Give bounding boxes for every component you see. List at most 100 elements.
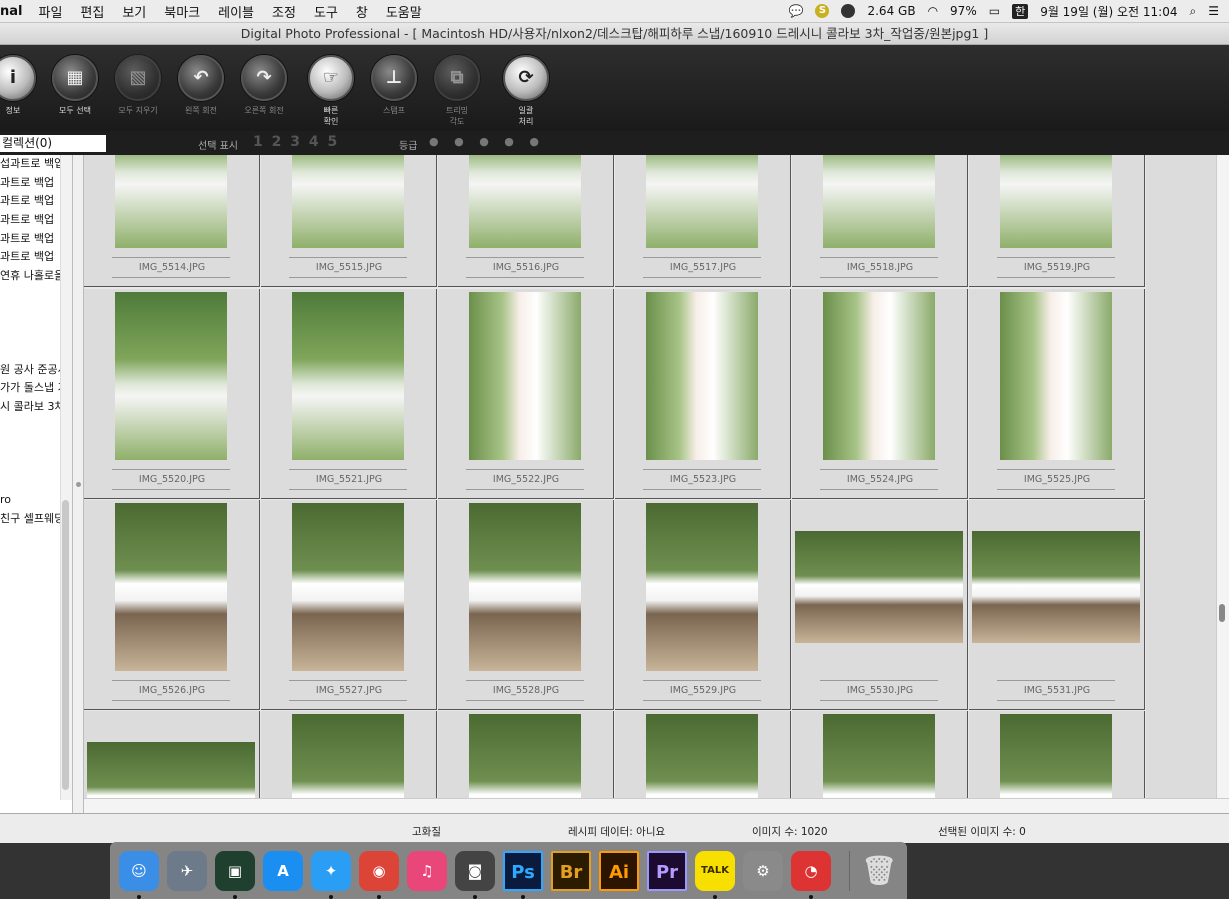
thumbnail-cell[interactable] xyxy=(969,711,1145,798)
app-store-icon[interactable]: A xyxy=(263,851,303,891)
disk-tool-icon[interactable]: ◔ xyxy=(791,851,831,891)
photo-thumbnail[interactable] xyxy=(115,503,227,671)
battery-icon[interactable]: ▭ xyxy=(989,4,1000,18)
menu-item[interactable]: 파일 xyxy=(38,2,62,21)
grid-scrollbar[interactable] xyxy=(1219,604,1225,622)
photo-thumbnail[interactable] xyxy=(823,292,935,460)
system-preferences-icon[interactable]: ⚙ xyxy=(743,851,783,891)
memory-gauge-icon[interactable] xyxy=(841,4,856,18)
photo-thumbnail[interactable] xyxy=(469,503,581,671)
thumbnail-cell[interactable]: IMG_5527.JPG xyxy=(261,500,437,710)
thumbnail-cell[interactable] xyxy=(792,711,968,798)
chat-bubble-icon[interactable]: 💬 xyxy=(789,4,804,18)
wifi-icon[interactable]: ◠ xyxy=(928,4,938,18)
folder-tree-scrollbar[interactable] xyxy=(62,500,69,790)
menu-item[interactable]: 창 xyxy=(356,2,368,21)
photo-thumbnail[interactable] xyxy=(469,292,581,460)
menu-item[interactable]: 북마크 xyxy=(164,2,200,21)
app-menu[interactable]: nal xyxy=(0,4,22,19)
selection-mark-filter[interactable]: 1 2 3 4 5 xyxy=(253,134,339,150)
thumbnail-cell[interactable]: IMG_5521.JPG xyxy=(261,289,437,499)
thumbnail-cell[interactable]: IMG_5518.JPG xyxy=(792,155,968,287)
photo-thumbnail[interactable] xyxy=(646,503,758,671)
launchpad-icon[interactable]: ✈ xyxy=(167,851,207,891)
photo-thumbnail[interactable] xyxy=(823,714,935,798)
thumbnail-cell[interactable]: IMG_5530.JPG xyxy=(792,500,968,710)
photo-thumbnail[interactable] xyxy=(646,714,758,798)
thumbnail-cell[interactable]: IMG_5515.JPG xyxy=(261,155,437,287)
memory-indicator[interactable]: 2.64 GB xyxy=(867,4,915,18)
illustrator-icon[interactable]: Ai xyxy=(599,851,639,891)
thumbnail-cell[interactable]: IMG_5514.JPG xyxy=(84,155,260,287)
photo-thumbnail[interactable] xyxy=(1000,155,1112,248)
thumbnail-cell[interactable]: IMG_5517.JPG xyxy=(615,155,791,287)
dpp-icon[interactable]: ◙ xyxy=(455,851,495,891)
photo-thumbnail[interactable] xyxy=(292,292,404,460)
trash-icon[interactable]: 🗑 xyxy=(859,851,899,891)
grid-scrollbar-track[interactable] xyxy=(1216,155,1229,798)
photo-thumbnail[interactable] xyxy=(1000,714,1112,798)
photo-thumbnail[interactable] xyxy=(115,292,227,460)
thumbnail-cell[interactable]: IMG_5516.JPG xyxy=(438,155,614,287)
thumbnail-cell[interactable] xyxy=(438,711,614,798)
photo-thumbnail[interactable] xyxy=(646,292,758,460)
thumbnail-cell[interactable]: IMG_5529.JPG xyxy=(615,500,791,710)
photo-thumbnail[interactable] xyxy=(646,155,758,248)
thumbnail-cell[interactable] xyxy=(615,711,791,798)
thumbnail-cell[interactable]: IMG_5520.JPG xyxy=(84,289,260,499)
bridge-icon[interactable]: Br xyxy=(551,851,591,891)
kakaotalk-icon[interactable]: TALK xyxy=(695,851,735,891)
rotate-left-button[interactable]: ↶ 왼쪽 회전 xyxy=(166,55,236,116)
collection-tab[interactable]: 컬렉션(0) xyxy=(0,135,106,152)
thumbnail-cell[interactable]: IMG_5525.JPG xyxy=(969,289,1145,499)
thumbnail-cell[interactable]: IMG_5519.JPG xyxy=(969,155,1145,287)
thumbnail-cell[interactable]: IMG_5526.JPG xyxy=(84,500,260,710)
menu-item[interactable]: 조정 xyxy=(272,2,296,21)
clock[interactable]: 9월 19일 (월) 오전 11:04 xyxy=(1040,3,1177,20)
thumbnail-cell[interactable] xyxy=(261,711,437,798)
menu-item[interactable]: 편집 xyxy=(80,2,104,21)
search-icon[interactable]: ⌕ xyxy=(1190,4,1197,19)
thumbnail-cell[interactable]: IMG_5523.JPG xyxy=(615,289,791,499)
photo-thumbnail[interactable] xyxy=(115,155,227,248)
photo-thumbnail[interactable] xyxy=(1000,292,1112,460)
quick-check-button[interactable]: ☞ 빠른 확인 xyxy=(296,55,366,127)
s-badge-icon[interactable]: S xyxy=(815,4,830,18)
clear-all-button[interactable]: ▧ 모두 지우기 xyxy=(103,55,173,116)
itunes-icon[interactable]: ♫ xyxy=(407,851,447,891)
thumbnail-cell[interactable]: IMG_5531.JPG xyxy=(969,500,1145,710)
chrome-icon[interactable]: ◉ xyxy=(359,851,399,891)
select-all-button[interactable]: ▦ 모두 선택 xyxy=(40,55,110,116)
photo-thumbnail[interactable] xyxy=(292,714,404,798)
finder-icon[interactable]: ☺ xyxy=(119,851,159,891)
photoshop-icon[interactable]: Ps xyxy=(503,851,543,891)
thumbnail-cell[interactable]: IMG_5524.JPG xyxy=(792,289,968,499)
thumbnail-cell[interactable]: IMG_5528.JPG xyxy=(438,500,614,710)
thumbnail-cell[interactable]: IMG_5522.JPG xyxy=(438,289,614,499)
photo-viewer-icon[interactable]: ▣ xyxy=(215,851,255,891)
photo-thumbnail[interactable] xyxy=(469,714,581,798)
premiere-icon[interactable]: Pr xyxy=(647,851,687,891)
photo-thumbnail[interactable] xyxy=(292,155,404,248)
input-method-indicator[interactable]: 한 xyxy=(1012,3,1029,19)
battery-percent[interactable]: 97% xyxy=(950,4,977,18)
menu-item[interactable]: 도구 xyxy=(314,2,338,21)
rating-filter[interactable]: ● ● ● ● ● xyxy=(429,135,545,148)
stamp-button[interactable]: ⊥ 스탬프 xyxy=(359,55,429,116)
photo-thumbnail[interactable] xyxy=(87,742,255,798)
trim-angle-button[interactable]: ⧉ 트리밍 각도 xyxy=(422,55,492,127)
photo-thumbnail[interactable] xyxy=(823,155,935,248)
menu-item[interactable]: 도움말 xyxy=(386,2,422,21)
photo-thumbnail[interactable] xyxy=(469,155,581,248)
menu-item[interactable]: 보기 xyxy=(122,2,146,21)
splitter-handle-icon[interactable] xyxy=(76,482,81,487)
batch-process-button[interactable]: ⟳ 일괄 처리 xyxy=(491,55,561,127)
thumbnail-cell[interactable] xyxy=(84,711,260,798)
notification-center-icon[interactable]: ☰ xyxy=(1208,4,1219,18)
photo-thumbnail[interactable] xyxy=(292,503,404,671)
photo-thumbnail[interactable] xyxy=(972,531,1140,643)
rotate-right-button[interactable]: ↷ 오른쪽 회전 xyxy=(229,55,299,116)
safari-icon[interactable]: ✦ xyxy=(311,851,351,891)
menu-item[interactable]: 레이블 xyxy=(218,2,254,21)
photo-thumbnail[interactable] xyxy=(795,531,963,643)
